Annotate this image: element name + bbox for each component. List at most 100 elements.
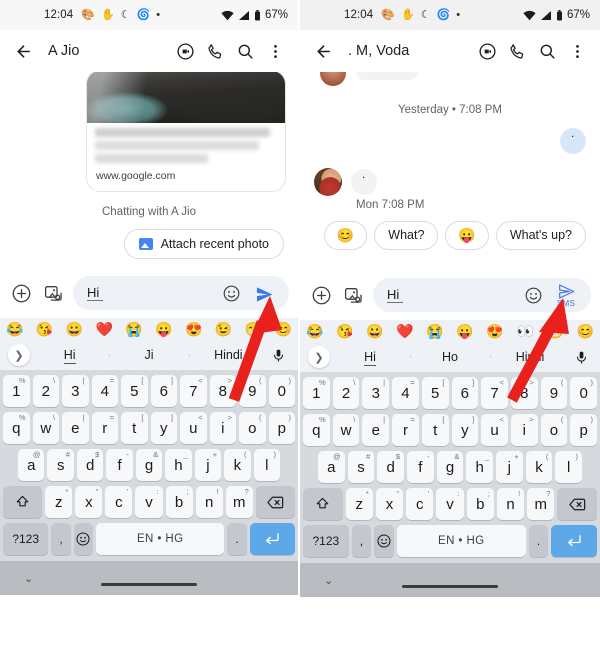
key-m[interactable]: ? m	[225, 486, 253, 518]
emoji-item[interactable]: 😍	[486, 324, 503, 338]
video-call-icon[interactable]	[472, 36, 502, 66]
key-u[interactable]: < u	[180, 412, 207, 444]
key-f[interactable]: -f	[407, 451, 434, 483]
key-f[interactable]: -f	[106, 449, 133, 481]
key-y[interactable]: ] y	[451, 414, 479, 446]
comma-key[interactable]: ,	[351, 525, 372, 557]
key-3[interactable]: | 3	[362, 377, 390, 409]
send-button-right[interactable]: SMS	[551, 282, 581, 308]
emoji-item[interactable]: 😂	[6, 322, 23, 336]
suggestion-2[interactable]: Hindi	[490, 350, 570, 364]
emoji-item[interactable]: 😁	[245, 322, 262, 336]
key-j[interactable]: + j	[194, 449, 222, 481]
key-0[interactable]: ) 0	[268, 375, 295, 407]
key-s[interactable]: # s	[347, 451, 375, 483]
key-z[interactable]: * z	[345, 488, 373, 520]
emoji-icon[interactable]	[521, 283, 545, 307]
message-input-field[interactable]: Hi	[73, 276, 289, 310]
back-arrow-icon[interactable]	[8, 36, 38, 66]
home-indicator[interactable]	[101, 583, 197, 586]
key-g[interactable]: & g	[135, 449, 163, 481]
attach-recent-photo-chip[interactable]: Attach recent photo	[123, 229, 284, 259]
emoji-item[interactable]: ❤️	[95, 322, 112, 336]
suggestion-0[interactable]: Hi	[30, 348, 109, 364]
key-8[interactable]: >8	[510, 377, 538, 409]
smart-reply-chip-what[interactable]: What?	[374, 221, 439, 250]
emoji-item[interactable]: 😍	[185, 322, 202, 336]
key-g[interactable]: & g	[436, 451, 464, 483]
key-o[interactable]: (o	[540, 414, 568, 446]
phone-call-icon[interactable]	[200, 36, 230, 66]
key-6[interactable]: ] 6	[451, 377, 479, 409]
emoji-item[interactable]: 😊	[274, 322, 291, 336]
key-5[interactable]: [5	[421, 377, 449, 409]
key-7[interactable]: <7	[180, 375, 207, 407]
key-p[interactable]: ) p	[570, 414, 598, 446]
key-r[interactable]: = r	[91, 412, 118, 444]
back-arrow-icon[interactable]	[308, 36, 338, 66]
key-n[interactable]: ! n	[195, 486, 223, 518]
key-t[interactable]: [t	[121, 412, 148, 444]
emoji-item[interactable]: 😀	[366, 324, 383, 338]
backspace-key[interactable]	[255, 486, 296, 518]
emoji-item[interactable]: 😘	[36, 322, 53, 336]
suggestion-2[interactable]: Hindi	[188, 348, 268, 362]
incoming-message-bubble[interactable]	[351, 167, 377, 195]
shift-key[interactable]	[2, 486, 43, 518]
emoji-item[interactable]: 😁	[547, 324, 564, 338]
symbols-key[interactable]: ?123	[303, 525, 349, 557]
key-l[interactable]: ) l	[253, 449, 280, 481]
emoji-quick-row[interactable]: 😂 😘 😀 ❤️ 😭 😛 😍 😉 😁 😊	[0, 318, 298, 340]
space-key[interactable]: EN • HG	[96, 523, 225, 555]
key-l[interactable]: ) l	[555, 451, 583, 483]
emoji-item[interactable]: ❤️	[396, 324, 413, 338]
key-y[interactable]: ] y	[150, 412, 177, 444]
suggestion-0[interactable]: Hi	[330, 350, 410, 366]
smart-reply-chip-whats-up[interactable]: What's up?	[495, 221, 586, 250]
key-1[interactable]: % 1	[302, 377, 330, 409]
mic-icon[interactable]	[268, 348, 290, 363]
key-j[interactable]: + j	[496, 451, 523, 483]
gallery-camera-icon[interactable]	[341, 283, 365, 307]
comma-key[interactable]: ,	[51, 523, 71, 555]
symbols-key[interactable]: ?123	[3, 523, 49, 555]
key-b[interactable]: ; b	[466, 488, 494, 520]
key-w[interactable]: \ w	[332, 414, 360, 446]
send-button-left[interactable]	[249, 284, 279, 303]
enter-key[interactable]	[249, 523, 296, 555]
key-a[interactable]: @ a	[317, 451, 345, 483]
mic-icon[interactable]	[570, 350, 592, 365]
search-icon[interactable]	[230, 36, 260, 66]
enter-key[interactable]	[551, 525, 598, 557]
period-key[interactable]: .	[528, 525, 549, 557]
key-2[interactable]: \ 2	[332, 377, 360, 409]
shift-key[interactable]	[303, 488, 343, 520]
chevron-down-icon[interactable]: ⌄	[324, 574, 333, 587]
emoji-item[interactable]: 😭	[426, 324, 443, 338]
key-q[interactable]: % q	[302, 414, 330, 446]
key-k[interactable]: (k	[525, 451, 553, 483]
smart-reply-chip-emoji-tongue[interactable]: 😛	[445, 221, 489, 250]
key-s[interactable]: # s	[47, 449, 74, 481]
conversation-title[interactable]: A Jio	[48, 43, 79, 59]
smart-reply-chip-emoji-smile[interactable]: 😊	[323, 221, 368, 250]
phone-call-icon[interactable]	[502, 36, 532, 66]
video-call-icon[interactable]	[170, 36, 200, 66]
suggestion-1[interactable]: Ji	[109, 348, 188, 362]
conversation-title[interactable]: . M, Voda	[348, 43, 409, 59]
key-e[interactable]: | e	[62, 412, 89, 444]
key-d[interactable]: $ d	[76, 449, 104, 481]
key-w[interactable]: \ w	[32, 412, 59, 444]
key-6[interactable]: ] 6	[150, 375, 177, 407]
gallery-camera-icon[interactable]	[41, 281, 65, 305]
chevron-right-icon[interactable]: ❯	[8, 344, 30, 366]
key-3[interactable]: | 3	[62, 375, 89, 407]
key-h[interactable]: _ h	[466, 451, 494, 483]
key-9[interactable]: (9	[540, 377, 568, 409]
suggestion-1[interactable]: Ho	[410, 350, 490, 364]
plus-icon[interactable]	[309, 283, 333, 307]
key-4[interactable]: = 4	[392, 377, 419, 409]
key-o[interactable]: (o	[239, 412, 266, 444]
more-vertical-icon[interactable]	[260, 36, 290, 66]
key-x[interactable]: " x	[375, 488, 404, 520]
